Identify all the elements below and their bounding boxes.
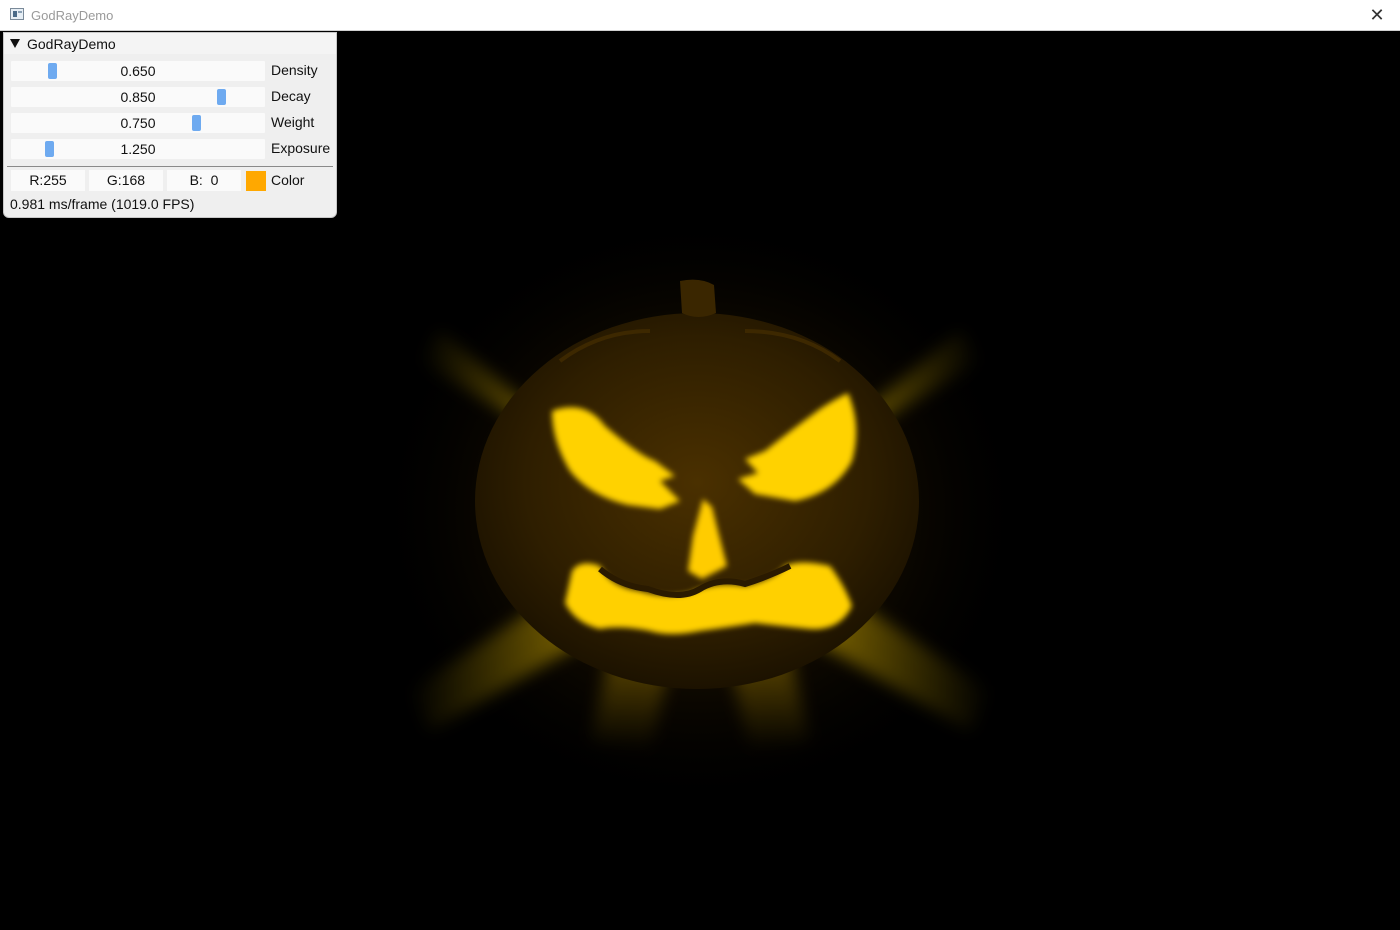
title-bar[interactable]: GodRayDemo ✕ [0, 0, 1400, 31]
decay-slider-row: 0.850 Decay [10, 86, 334, 108]
density-slider-row: 0.650 Density [10, 60, 334, 82]
density-slider[interactable]: 0.650 [11, 61, 265, 81]
app-window: GodRayDemo ✕ GodRayDemo 0.650 Density 0.… [0, 0, 1400, 930]
collapse-triangle-icon[interactable] [10, 39, 20, 48]
green-channel-input[interactable]: G:168 [89, 170, 163, 191]
decay-slider[interactable]: 0.850 [11, 87, 265, 107]
exposure-slider[interactable]: 1.250 [11, 139, 265, 159]
slider-value: 1.250 [120, 141, 156, 157]
weight-slider[interactable]: 0.750 [11, 113, 265, 133]
slider-label: Density [271, 62, 318, 78]
separator [7, 166, 333, 167]
slider-value: 0.750 [120, 115, 156, 131]
blue-channel-input[interactable]: B: 0 [167, 170, 241, 191]
frame-time-text: 0.981 ms/frame (1019.0 FPS) [10, 196, 195, 212]
slider-label: Exposure [271, 140, 331, 156]
godray-settings-panel: GodRayDemo 0.650 Density 0.850 Decay 0.7… [3, 32, 337, 218]
slider-label: Decay [271, 88, 311, 104]
red-channel-input[interactable]: R:255 [11, 170, 85, 191]
color-label: Color [271, 172, 305, 188]
color-swatch[interactable] [246, 171, 266, 191]
slider-label: Weight [271, 114, 315, 130]
close-button[interactable]: ✕ [1354, 0, 1400, 30]
panel-title: GodRayDemo [27, 35, 116, 52]
slider-value: 0.850 [120, 89, 156, 105]
color-picker-row: R:255 G:168 B: 0 Color [10, 170, 334, 192]
window-title: GodRayDemo [31, 8, 114, 23]
slider-value: 0.650 [120, 63, 156, 79]
app-icon [10, 8, 24, 20]
panel-header[interactable]: GodRayDemo [4, 33, 336, 54]
weight-slider-row: 0.750 Weight [10, 112, 334, 134]
pumpkin-stem [680, 279, 716, 317]
pumpkin-body [475, 313, 919, 689]
exposure-slider-row: 1.250 Exposure [10, 138, 334, 160]
